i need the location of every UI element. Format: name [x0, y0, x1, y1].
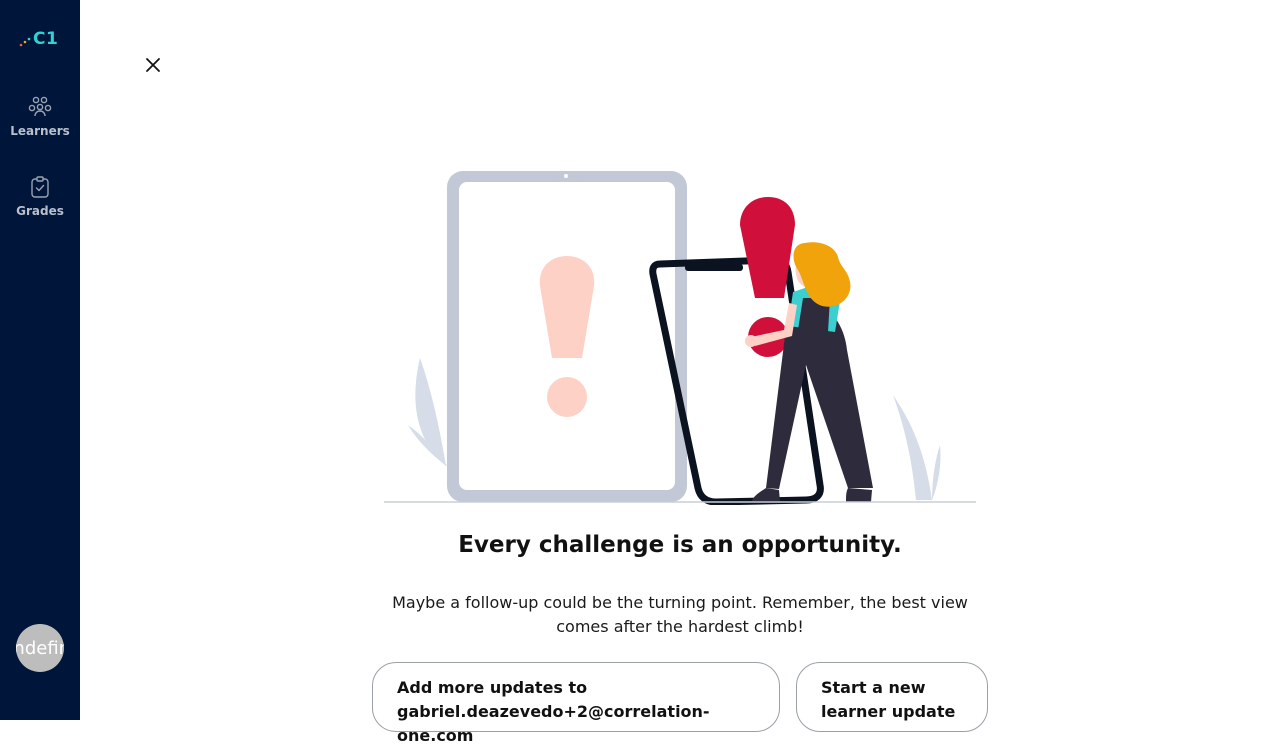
start-new-update-button[interactable]: Start a new learner update	[796, 662, 988, 732]
close-button[interactable]	[141, 53, 165, 77]
woman-shoe-left	[752, 488, 780, 501]
sidebar-item-grades[interactable]: Grades	[0, 174, 80, 234]
learners-icon	[27, 94, 53, 120]
right-leaf	[893, 395, 932, 500]
page-title: Every challenge is an opportunity.	[458, 532, 902, 558]
woman-shoe-right	[846, 488, 872, 502]
c1-logo[interactable]: C1	[18, 28, 64, 52]
avatar-text: undefined	[16, 637, 64, 659]
pink-exclamation-dot	[547, 377, 587, 417]
warning-illustration	[384, 171, 976, 505]
add-more-updates-button[interactable]: Add more updates to gabriel.deazevedo+2@…	[372, 662, 780, 745]
sidebar-item-label: Learners	[10, 124, 70, 138]
avatar[interactable]: undefined	[16, 624, 64, 672]
sidebar-item-learners[interactable]: Learners	[0, 94, 80, 154]
close-icon	[146, 58, 160, 72]
logo-dots-icon	[19, 37, 31, 47]
sidebar: C1 Learners Grades undefined	[0, 0, 80, 720]
right-leaf-small	[932, 445, 941, 500]
page-description: Maybe a follow-up could be the turning p…	[392, 593, 968, 636]
clipboard-check-icon	[27, 174, 53, 200]
logo-text: C1	[33, 29, 59, 49]
sidebar-item-label: Grades	[16, 204, 64, 218]
